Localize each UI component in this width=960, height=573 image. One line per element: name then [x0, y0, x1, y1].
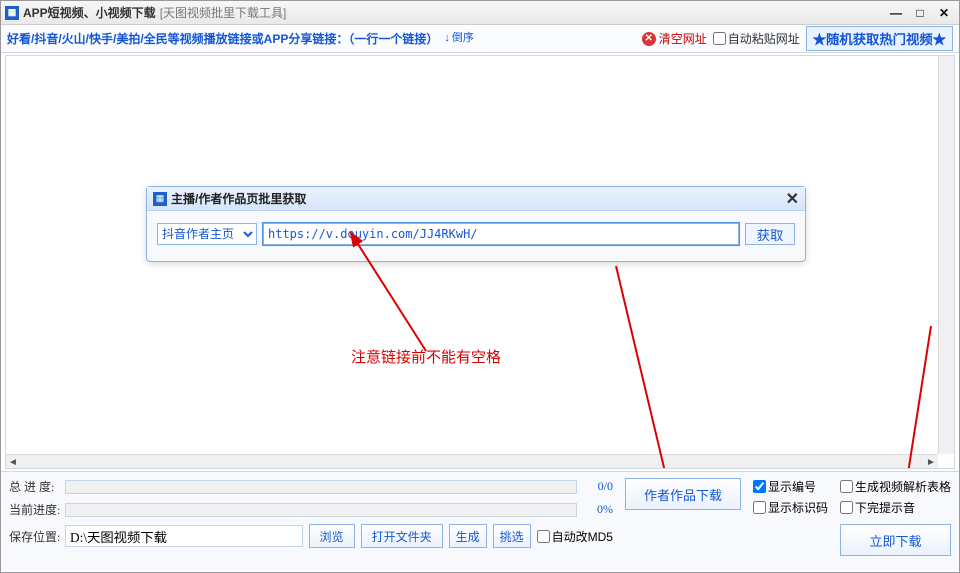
toolbar-hint: 好看/抖音/火山/快手/美拍/全民等视频播放链接或APP分享链接：（一行一个链接…: [7, 30, 438, 47]
gen-report-label[interactable]: 生成视频解析表格: [840, 478, 951, 495]
sort-button[interactable]: ↓ 倒序: [444, 33, 474, 44]
bottom-panel: 总 进 度: 0/0 当前进度: 0% 保存位置: 浏览 打开文件夹 生成 挑选…: [1, 471, 959, 571]
download-hint-label[interactable]: 下完提示音: [840, 499, 951, 516]
arrow-annotation-2: [606, 256, 726, 469]
maximize-button[interactable]: □: [909, 5, 931, 21]
toolbar: 好看/抖音/火山/快手/美拍/全民等视频播放链接或APP分享链接：（一行一个链接…: [1, 25, 959, 53]
app-title: APP短视频、小视频下载: [23, 4, 156, 21]
scrollbar-horizontal[interactable]: ◄ ►: [6, 454, 938, 468]
get-button[interactable]: 获取: [745, 223, 795, 245]
author-works-dialog: ▦ 主播/作者作品页批里获取 ✕ 抖音作者主页 获取: [146, 186, 806, 262]
auto-md5-checkbox-label[interactable]: 自动改MD5: [537, 528, 613, 545]
random-hot-button[interactable]: ★随机获取热门视频★: [806, 26, 953, 51]
clear-label: 清空网址: [659, 30, 707, 47]
scroll-left-icon[interactable]: ◄: [6, 455, 20, 469]
total-progress-text: 0/0: [583, 479, 613, 494]
dialog-close-button[interactable]: ✕: [786, 189, 799, 209]
total-progress-label: 总 进 度:: [9, 478, 59, 495]
dialog-title-text: 主播/作者作品页批里获取: [171, 190, 306, 207]
show-number-label[interactable]: 显示编号: [753, 478, 828, 495]
annotation-text: 注意链接前不能有空格: [351, 346, 501, 367]
author-works-download-button[interactable]: 作者作品下载: [625, 478, 741, 510]
dialog-body: 抖音作者主页 获取: [147, 211, 805, 261]
save-path-input[interactable]: [65, 525, 303, 547]
titlebar: ▦ APP短视频、小视频下载 [天图视频批里下载工具] — □ ✕: [1, 1, 959, 25]
autopaste-checkbox[interactable]: [713, 32, 726, 45]
platform-select[interactable]: 抖音作者主页: [157, 223, 257, 245]
clear-url-button[interactable]: ✕ 清空网址: [642, 30, 707, 47]
url-input[interactable]: [263, 223, 739, 245]
main-textarea[interactable]: ◄ ► ▦ 主播/作者作品页批里获取 ✕ 抖音作者主页 获取 注意链接前不能有空…: [5, 55, 955, 469]
autopaste-checkbox-label[interactable]: 自动粘贴网址: [713, 30, 800, 47]
browse-button[interactable]: 浏览: [309, 524, 355, 548]
dialog-icon: ▦: [153, 192, 167, 206]
open-folder-button[interactable]: 打开文件夹: [361, 524, 443, 548]
total-progress-bar: [65, 480, 577, 494]
show-id-checkbox[interactable]: [753, 501, 766, 514]
scrollbar-vertical[interactable]: [938, 56, 954, 454]
arrow-down-icon: ↓: [444, 33, 450, 44]
app-subtitle: [天图视频批里下载工具]: [160, 4, 287, 21]
show-id-label[interactable]: 显示标识码: [753, 499, 828, 516]
generate-button[interactable]: 生成: [449, 524, 487, 548]
current-progress-bar: [65, 503, 577, 517]
x-circle-icon: ✕: [642, 32, 656, 46]
auto-md5-text: 自动改MD5: [552, 528, 613, 545]
close-button[interactable]: ✕: [933, 5, 955, 21]
save-path-label: 保存位置:: [9, 528, 59, 545]
autopaste-text: 自动粘贴网址: [728, 30, 800, 47]
current-progress-label: 当前进度:: [9, 501, 59, 518]
scroll-right-icon[interactable]: ►: [924, 455, 938, 469]
download-hint-checkbox[interactable]: [840, 501, 853, 514]
filter-button[interactable]: 挑选: [493, 524, 531, 548]
minimize-button[interactable]: —: [885, 5, 907, 21]
download-now-button[interactable]: 立即下载: [840, 524, 951, 556]
show-number-checkbox[interactable]: [753, 480, 766, 493]
auto-md5-checkbox[interactable]: [537, 530, 550, 543]
dialog-titlebar: ▦ 主播/作者作品页批里获取 ✕: [147, 187, 805, 211]
arrow-annotation-3: [876, 316, 946, 469]
sort-label: 倒序: [452, 33, 474, 44]
gen-report-checkbox[interactable]: [840, 480, 853, 493]
current-progress-text: 0%: [583, 502, 613, 517]
app-icon: ▦: [5, 6, 19, 20]
